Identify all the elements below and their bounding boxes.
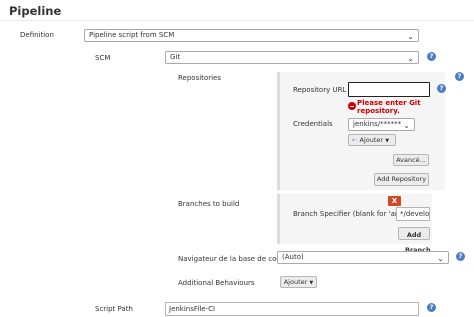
help-icon[interactable]: ? — [427, 52, 436, 61]
repository-url-error: Please enter Git repository. — [357, 99, 421, 115]
help-icon[interactable]: ? — [455, 72, 464, 81]
repo-browser-value: (Auto) — [282, 253, 304, 261]
repository-url-input[interactable] — [348, 82, 430, 97]
add-repository-button[interactable]: Add Repository — [374, 173, 429, 186]
definition-value: Pipeline script from SCM — [89, 31, 175, 39]
chevron-down-icon: ⌄ — [407, 54, 414, 63]
branch-specifier-input[interactable]: */develop — [396, 207, 430, 221]
scm-select[interactable]: Git ⌄ — [165, 51, 419, 64]
credentials-label: Credentials — [293, 120, 333, 128]
credentials-value: jenkins/****** — [353, 120, 402, 128]
page-title: Pipeline — [9, 4, 62, 18]
chevron-down-icon: ⌄ — [407, 32, 414, 41]
script-path-input[interactable]: JenkinsFile-CI — [165, 302, 419, 316]
scm-value: Git — [170, 53, 181, 61]
definition-label: Definition — [20, 31, 54, 39]
repo-browser-select[interactable]: (Auto) ⌄ — [277, 251, 449, 264]
repository-url-label: Repository URL — [293, 86, 347, 94]
scm-label: SCM — [95, 54, 111, 62]
delete-branch-button[interactable]: X — [388, 196, 401, 206]
key-icon: ⇠ — [352, 136, 358, 144]
script-path-label: Script Path — [95, 305, 133, 313]
branches-label: Branches to build — [178, 200, 240, 208]
credentials-select[interactable]: jenkins/****** ⌄ — [348, 118, 415, 131]
advanced-button[interactable]: Avancé... — [393, 154, 429, 166]
repo-browser-label: Navigateur de la base de code — [178, 255, 286, 263]
chevron-down-icon: ⌄ — [437, 254, 444, 263]
add-credentials-label: Ajouter — [359, 136, 384, 144]
chevron-down-icon: ⌄ — [403, 121, 410, 130]
title-divider — [0, 20, 474, 21]
repositories-label: Repositories — [178, 74, 221, 82]
definition-select[interactable]: Pipeline script from SCM ⌄ — [84, 29, 419, 42]
help-icon[interactable]: ? — [456, 252, 465, 261]
help-icon[interactable]: ? — [437, 84, 446, 93]
chevron-down-icon: ▼ — [385, 138, 390, 144]
error-icon — [348, 102, 356, 110]
add-branch-button[interactable]: Add Branch — [398, 227, 431, 254]
branch-specifier-label: Branch Specifier (blank for 'any') — [293, 210, 409, 218]
help-icon[interactable]: ? — [427, 303, 436, 312]
chevron-down-icon: ▼ — [309, 280, 314, 286]
add-behaviour-label: Ajouter — [283, 278, 308, 286]
add-credentials-button[interactable]: ⇠ Ajouter ▼ — [348, 134, 396, 146]
add-behaviour-button[interactable]: Ajouter ▼ — [280, 276, 317, 288]
additional-behaviours-label: Additional Behaviours — [178, 279, 255, 287]
